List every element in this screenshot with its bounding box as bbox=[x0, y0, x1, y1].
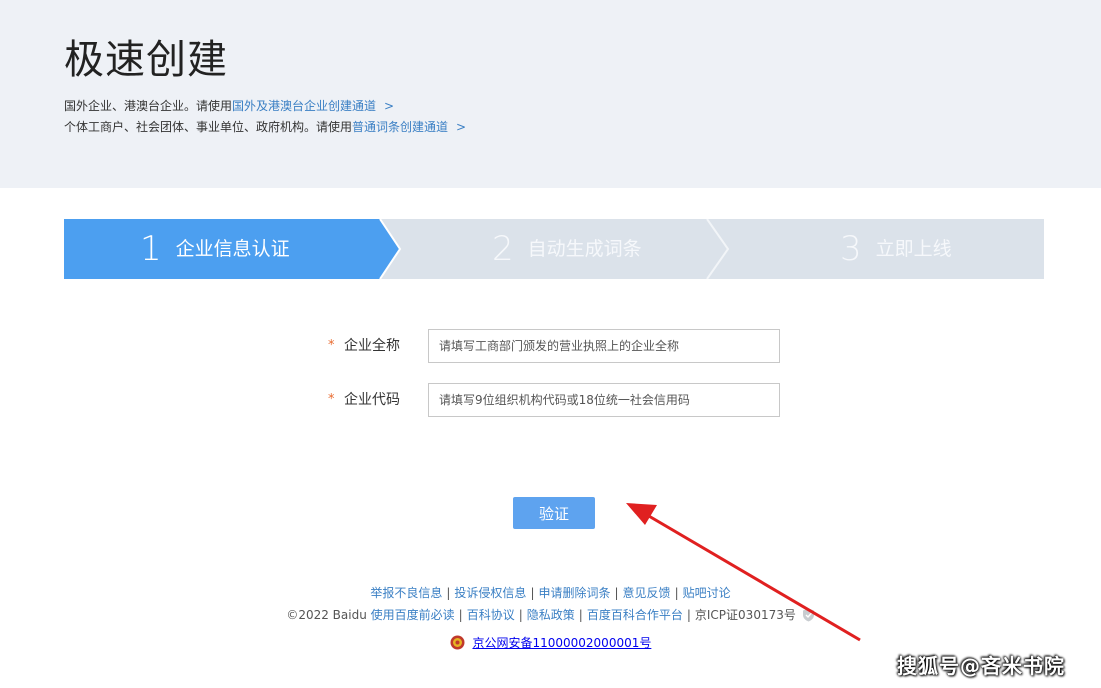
step-3: 3 立即上线 bbox=[840, 219, 952, 279]
step-number: 2 bbox=[492, 229, 514, 269]
privacy-link[interactable]: 隐私政策 bbox=[527, 608, 575, 622]
notice-text: 国外企业、港澳台企业。请使用 bbox=[64, 99, 233, 113]
police-badge-icon bbox=[450, 635, 465, 654]
step-progress: 1 企业信息认证 2 自动生成词条 3 立即上线 bbox=[64, 219, 1044, 279]
step-number: 1 bbox=[140, 229, 162, 269]
company-code-input[interactable] bbox=[428, 383, 780, 417]
step-2: 2 自动生成词条 bbox=[492, 219, 642, 279]
hero-banner: 极速创建 国外企业、港澳台企业。请使用国外及港澳台企业创建通道 > 个体工商户、社… bbox=[0, 0, 1101, 188]
tieba-link[interactable]: 贴吧讨论 bbox=[683, 586, 731, 600]
company-code-row: * 企业代码 bbox=[0, 383, 1101, 417]
hero-notice-foreign: 国外企业、港澳台企业。请使用国外及港澳台企业创建通道 > bbox=[64, 98, 394, 114]
notice-text: 个体工商户、社会团体、事业单位、政府机构。请使用 bbox=[64, 120, 353, 134]
delete-entry-link[interactable]: 申请删除词条 bbox=[538, 586, 610, 600]
foreign-channel-link[interactable]: 国外及港澳台企业创建通道 bbox=[232, 99, 376, 113]
separator: | bbox=[614, 586, 619, 600]
separator: | bbox=[530, 586, 535, 600]
must-read-link[interactable]: 使用百度前必读 bbox=[371, 608, 455, 622]
step-1: 1 企业信息认证 bbox=[140, 219, 290, 279]
required-mark: * bbox=[328, 392, 335, 407]
icp-text: 京ICP证030173号 bbox=[694, 608, 796, 622]
chevron-right-icon[interactable]: > bbox=[384, 99, 394, 113]
arrow-head bbox=[626, 503, 657, 525]
feedback-link[interactable]: 意见反馈 bbox=[623, 586, 671, 600]
report-link[interactable]: 举报不良信息 bbox=[370, 586, 442, 600]
infringement-link[interactable]: 投诉侵权信息 bbox=[454, 586, 526, 600]
required-mark: * bbox=[328, 338, 335, 353]
step-label: 自动生成词条 bbox=[527, 238, 642, 260]
separator: | bbox=[518, 608, 523, 622]
step-divider-2 bbox=[706, 219, 730, 279]
step-label: 企业信息认证 bbox=[175, 238, 290, 260]
copyright-text: ©2022 Baidu bbox=[286, 608, 367, 622]
step-number: 3 bbox=[840, 229, 862, 269]
general-channel-link[interactable]: 普通词条创建通道 bbox=[352, 120, 448, 134]
hero-notice-general: 个体工商户、社会团体、事业单位、政府机构。请使用普通词条创建通道 > bbox=[64, 119, 466, 135]
separator: | bbox=[446, 586, 451, 600]
step-label: 立即上线 bbox=[875, 238, 952, 260]
chevron-right-icon[interactable]: > bbox=[456, 120, 466, 134]
separator: | bbox=[458, 608, 463, 622]
company-name-label: 企业全称 bbox=[344, 338, 400, 354]
watermark-text: 搜狐号@吝米书院 bbox=[897, 654, 1065, 678]
company-code-label: 企业代码 bbox=[344, 392, 400, 408]
page-title: 极速创建 bbox=[64, 37, 228, 83]
verify-button[interactable]: 验证 bbox=[513, 497, 595, 529]
police-record-link[interactable]: 京公网安备11000002000001号 bbox=[472, 636, 651, 650]
separator: | bbox=[674, 586, 679, 600]
separator: | bbox=[686, 608, 691, 622]
partner-platform-link[interactable]: 百度百科合作平台 bbox=[587, 608, 683, 622]
agreement-link[interactable]: 百科协议 bbox=[467, 608, 515, 622]
footer-copyright: ©2022 Baidu 使用百度前必读 | 百科协议 | 隐私政策 | 百度百科合作平台 | 京… bbox=[0, 607, 1101, 626]
shield-icon bbox=[802, 608, 815, 626]
footer-links: 举报不良信息 | 投诉侵权信息 | 申请删除词条 | 意见反馈 | 贴吧讨论 bbox=[0, 585, 1101, 601]
separator: | bbox=[578, 608, 583, 622]
company-name-row: * 企业全称 bbox=[0, 329, 1101, 363]
company-name-input[interactable] bbox=[428, 329, 780, 363]
